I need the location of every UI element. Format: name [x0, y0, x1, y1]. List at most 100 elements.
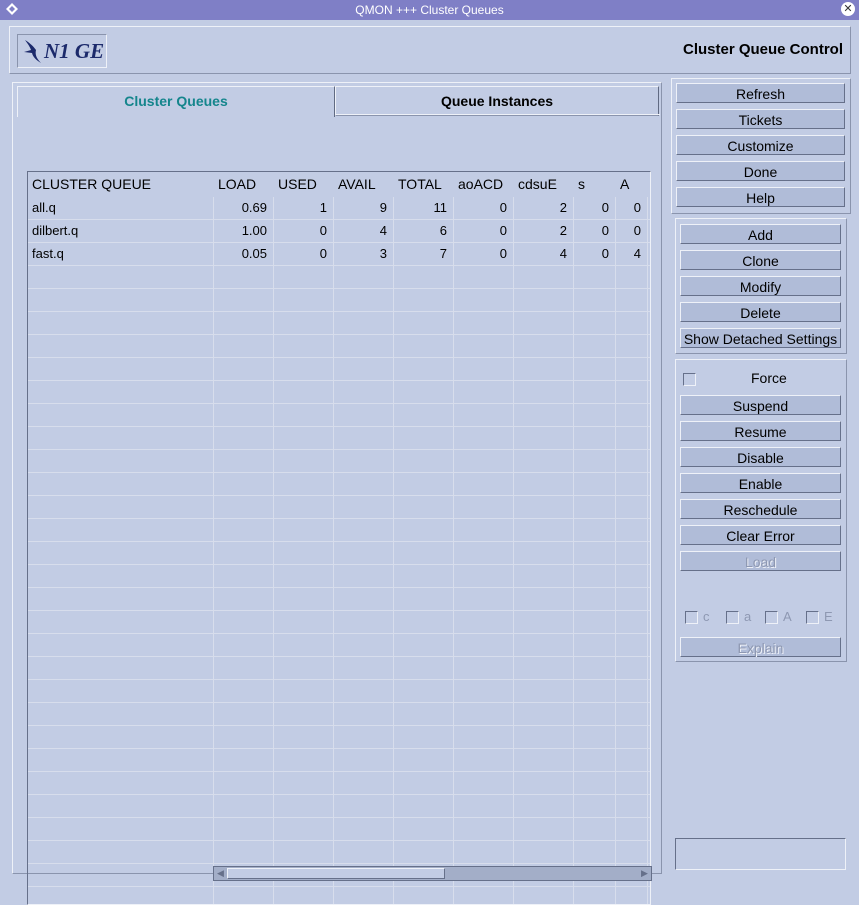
table-cell[interactable] [454, 473, 514, 495]
table-cell[interactable] [394, 450, 454, 472]
table-cell[interactable] [616, 427, 648, 449]
table-cell[interactable]: 11 [394, 197, 454, 219]
column-header[interactable]: TOTAL [398, 172, 442, 196]
table-cell[interactable] [514, 772, 574, 794]
table-cell[interactable] [214, 565, 274, 587]
table-cell[interactable] [616, 818, 648, 840]
column-header[interactable]: USED [278, 172, 317, 196]
table-row[interactable] [28, 289, 650, 312]
done-button[interactable]: Done [676, 161, 845, 181]
table-cell[interactable] [454, 657, 514, 679]
disable-button[interactable]: Disable [680, 447, 841, 467]
table-cell[interactable] [214, 450, 274, 472]
table-cell[interactable] [274, 381, 334, 403]
scrollbar-thumb[interactable] [227, 868, 445, 879]
horizontal-scrollbar[interactable]: ◀ ▶ [213, 866, 652, 881]
table-cell[interactable] [514, 726, 574, 748]
table-cell[interactable] [574, 795, 616, 817]
table-cell[interactable] [214, 289, 274, 311]
table-cell[interactable] [454, 404, 514, 426]
table-cell[interactable] [454, 266, 514, 288]
table-cell[interactable] [214, 703, 274, 725]
table-row[interactable] [28, 519, 650, 542]
table-cell[interactable] [454, 496, 514, 518]
table-cell[interactable] [214, 772, 274, 794]
delete-button[interactable]: Delete [680, 302, 841, 322]
table-cell[interactable] [394, 358, 454, 380]
table-cell[interactable] [514, 358, 574, 380]
table-cell[interactable] [214, 841, 274, 863]
suspend-button[interactable]: Suspend [680, 395, 841, 415]
table-cell[interactable] [28, 266, 214, 288]
table-cell[interactable]: 1 [274, 197, 334, 219]
table-cell[interactable] [616, 312, 648, 334]
table-cell[interactable] [334, 335, 394, 357]
table-row[interactable] [28, 496, 650, 519]
table-cell[interactable] [214, 427, 274, 449]
table-cell[interactable] [574, 404, 616, 426]
table-cell[interactable] [274, 450, 334, 472]
table-cell[interactable] [514, 496, 574, 518]
table-row[interactable] [28, 703, 650, 726]
table-cell[interactable] [28, 519, 214, 541]
table-cell[interactable] [334, 565, 394, 587]
table-cell[interactable] [454, 841, 514, 863]
table-cell[interactable] [514, 634, 574, 656]
table-cell[interactable] [28, 634, 214, 656]
table-cell[interactable] [274, 542, 334, 564]
table-cell[interactable] [334, 542, 394, 564]
table-row[interactable] [28, 749, 650, 772]
table-cell[interactable] [394, 427, 454, 449]
table-row[interactable]: fast.q 0.05 0 3 7 0 4 0 4 [28, 243, 650, 266]
table-cell[interactable] [274, 703, 334, 725]
table-cell[interactable]: 6 [394, 220, 454, 242]
table-row[interactable] [28, 588, 650, 611]
help-button[interactable]: Help [676, 187, 845, 207]
table-row[interactable] [28, 335, 650, 358]
state-a-checkbox[interactable] [726, 611, 739, 624]
table-cell[interactable] [334, 611, 394, 633]
state-a-checkbox[interactable] [765, 611, 778, 624]
table-cell[interactable] [274, 565, 334, 587]
table-cell[interactable] [616, 703, 648, 725]
table-cell[interactable]: 0 [574, 243, 616, 265]
table-cell[interactable]: 2 [514, 197, 574, 219]
table-cell[interactable]: 4 [616, 243, 648, 265]
table-cell[interactable] [28, 427, 214, 449]
table-row[interactable] [28, 680, 650, 703]
table-cell[interactable] [454, 818, 514, 840]
table-cell[interactable] [616, 749, 648, 771]
table-cell[interactable] [454, 634, 514, 656]
table-cell[interactable] [454, 381, 514, 403]
scroll-right-icon[interactable]: ▶ [639, 868, 650, 879]
table-cell[interactable] [28, 611, 214, 633]
table-cell[interactable] [394, 634, 454, 656]
table-cell[interactable] [334, 772, 394, 794]
table-row[interactable] [28, 542, 650, 565]
table-cell[interactable] [28, 473, 214, 495]
table-cell[interactable] [334, 519, 394, 541]
table-cell[interactable] [394, 496, 454, 518]
load-button[interactable]: Load [680, 551, 841, 571]
table-cell[interactable] [616, 680, 648, 702]
table-cell[interactable] [616, 404, 648, 426]
table-cell[interactable] [574, 565, 616, 587]
table-cell[interactable] [454, 427, 514, 449]
table-cell[interactable] [394, 312, 454, 334]
table-cell[interactable] [214, 887, 274, 904]
table-cell[interactable] [334, 795, 394, 817]
table-cell[interactable] [394, 266, 454, 288]
table-row[interactable] [28, 818, 650, 841]
table-row[interactable]: all.q 0.69 1 9 11 0 2 0 0 [28, 197, 650, 220]
table-row[interactable] [28, 358, 650, 381]
table-cell[interactable] [394, 289, 454, 311]
table-cell[interactable]: 1.00 [214, 220, 274, 242]
table-cell[interactable] [574, 289, 616, 311]
column-header[interactable]: A [620, 172, 629, 196]
table-cell[interactable] [616, 335, 648, 357]
table-cell[interactable] [274, 427, 334, 449]
table-cell[interactable] [616, 657, 648, 679]
table-cell[interactable] [514, 680, 574, 702]
table-cell[interactable] [334, 680, 394, 702]
table-cell[interactable] [274, 358, 334, 380]
